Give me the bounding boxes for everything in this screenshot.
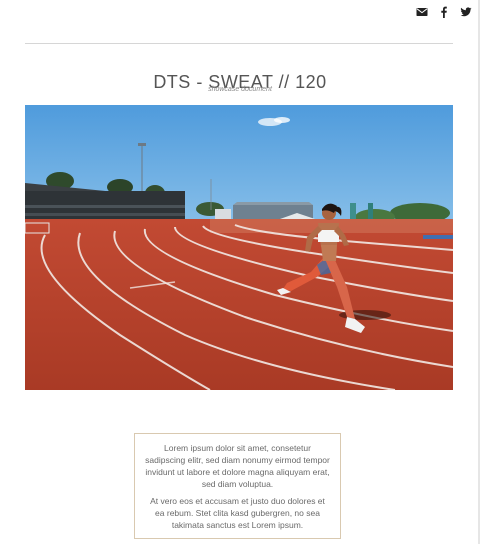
body-paragraph-2: At vero eos et accusam et justo duo dolo… [150, 496, 325, 530]
twitter-icon[interactable] [460, 6, 472, 18]
facebook-icon[interactable] [438, 6, 450, 18]
header-divider [25, 43, 453, 44]
social-links [416, 5, 472, 19]
content-text-box: Lorem ipsum dolor sit amet, consetetur s… [134, 433, 341, 539]
hero-image [25, 105, 453, 390]
envelope-icon[interactable] [416, 6, 428, 18]
page-subtitle: showcase document [208, 86, 272, 93]
body-paragraph-1: Lorem ipsum dolor sit amet, consetetur s… [145, 443, 330, 489]
